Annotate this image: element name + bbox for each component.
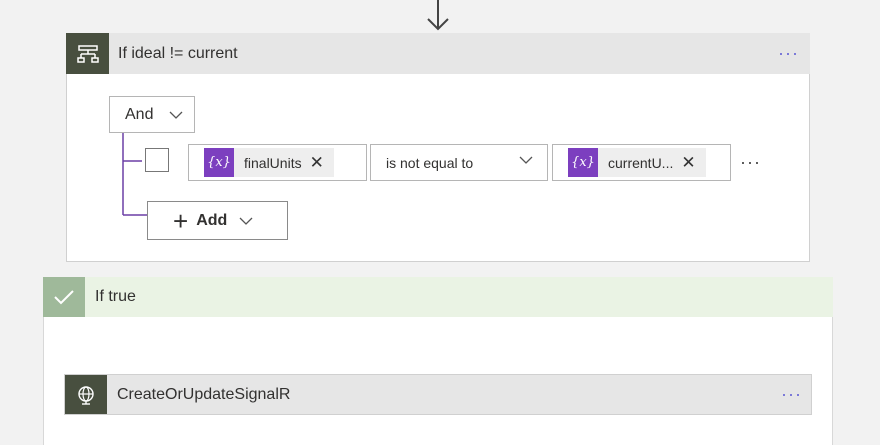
operator-label: is not equal to [386, 154, 474, 171]
condition-title: If ideal != current [118, 45, 238, 62]
condition-header[interactable]: If ideal != current ··· [66, 33, 810, 74]
variable-token-currentUnits[interactable]: {x} currentU... ✕ [568, 148, 706, 177]
condition-more-button[interactable]: ··· [778, 33, 799, 74]
row-select-checkbox[interactable] [145, 148, 169, 172]
chevron-down-icon [239, 217, 253, 225]
plus-icon: + [173, 205, 189, 236]
remove-token-icon[interactable]: ✕ [310, 153, 324, 173]
chevron-down-icon [519, 156, 533, 164]
remove-token-icon[interactable]: ✕ [681, 153, 695, 173]
variable-token-finalUnits[interactable]: {x} finalUnits ✕ [204, 148, 334, 177]
true-branch-title: If true [95, 288, 136, 305]
chevron-down-icon [170, 111, 183, 119]
arrow-down-icon [427, 0, 449, 31]
condition-icon [66, 33, 109, 74]
action-card[interactable]: CreateOrUpdateSignalR ··· [64, 374, 812, 415]
right-operand-field[interactable]: {x} currentU... ✕ [552, 144, 731, 181]
row-more-button[interactable]: ··· [740, 152, 761, 173]
group-operator-select[interactable]: And [109, 96, 195, 133]
add-label: Add [196, 211, 228, 229]
operator-select[interactable]: is not equal to [370, 144, 548, 181]
variable-icon: {x} [204, 148, 234, 177]
token-label: finalUnits [244, 154, 302, 171]
globe-icon [65, 375, 107, 414]
true-branch-header[interactable]: If true [43, 277, 833, 317]
checkmark-icon [43, 277, 85, 317]
action-more-button[interactable]: ··· [781, 375, 802, 414]
group-tree-connector [122, 133, 149, 216]
left-operand-field[interactable]: {x} finalUnits ✕ [188, 144, 367, 181]
add-button[interactable]: + Add [147, 201, 288, 240]
action-title: CreateOrUpdateSignalR [117, 386, 291, 403]
token-label: currentU... [608, 154, 674, 171]
group-operator-label: And [125, 105, 154, 123]
variable-icon: {x} [568, 148, 598, 177]
